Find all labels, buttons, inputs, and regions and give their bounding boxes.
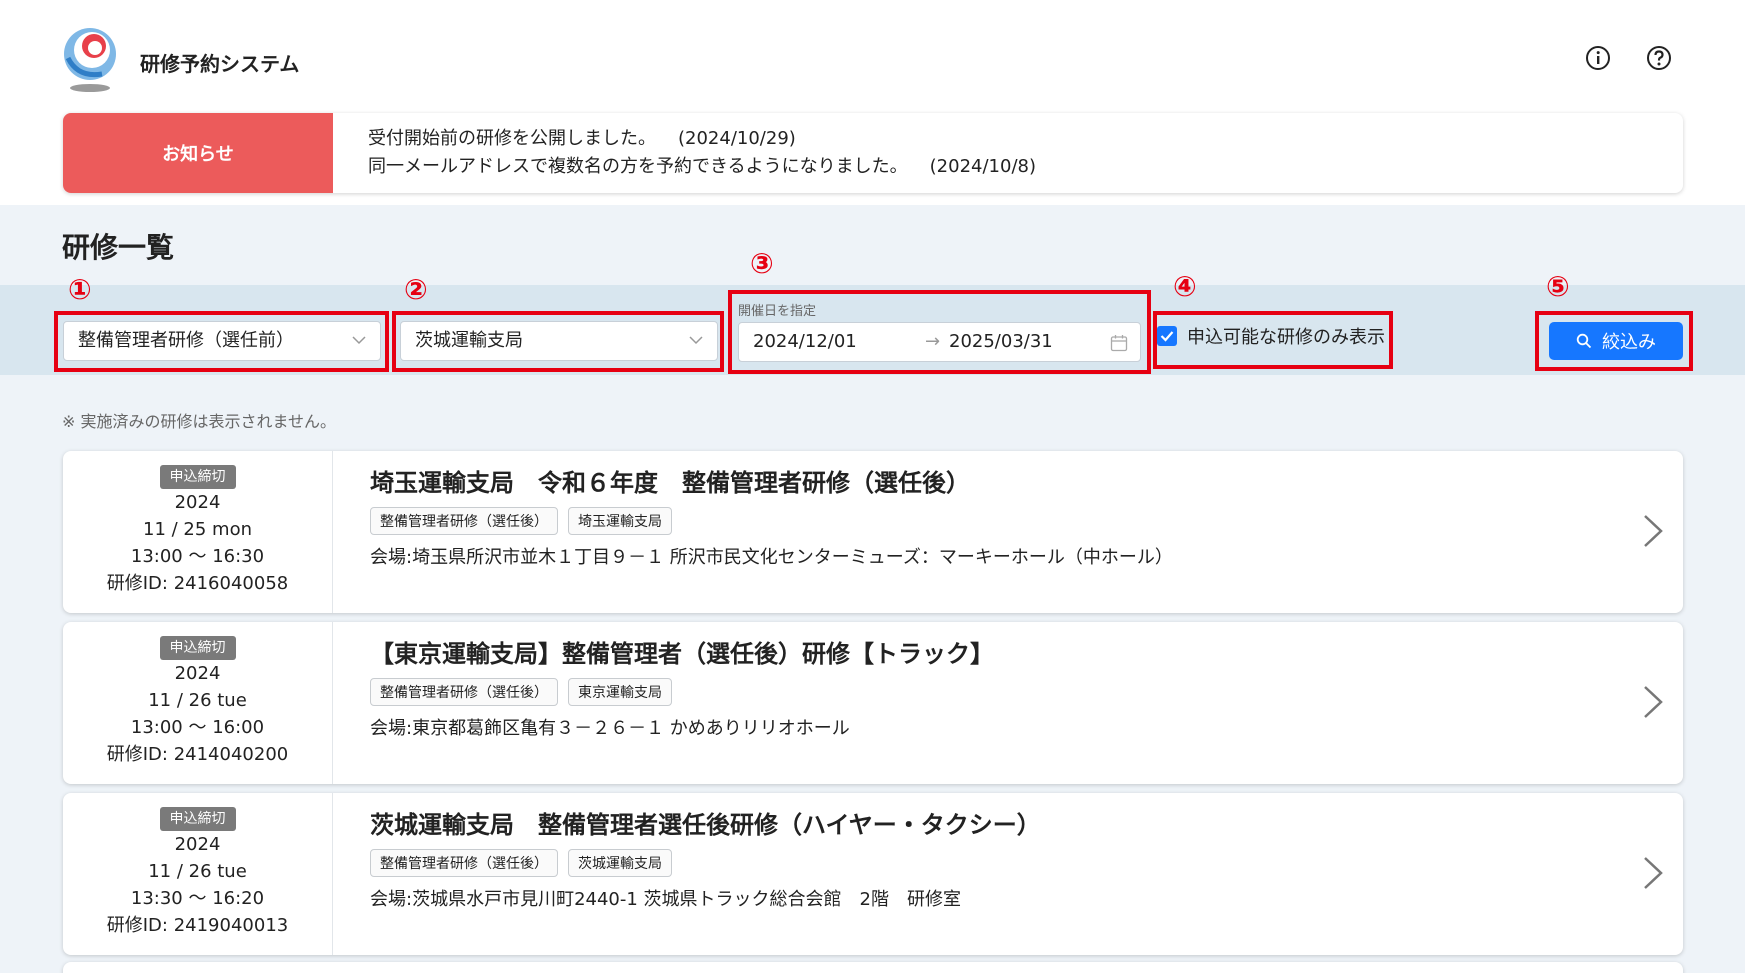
- date-caption: 開催日を指定: [738, 304, 817, 319]
- available-only-label: 申込可能な研修のみ表示: [1187, 327, 1385, 348]
- marker-3: ③: [750, 247, 774, 280]
- chevron-down-icon: [352, 336, 366, 345]
- training-schedule: 申込締切 2024 11 / 26 tue 13:30 ～ 16:20 研修ID…: [63, 793, 333, 955]
- training-venue: 会場:東京都葛飾区亀有３－２６－１ かめありリリオホール: [370, 718, 850, 739]
- filter-search-button[interactable]: 絞込み: [1549, 322, 1683, 360]
- training-id: 研修ID: 2414040200: [106, 744, 289, 765]
- training-year: 2024: [174, 663, 221, 684]
- training-card[interactable]: 申込締切 2024 11 / 25 mon 13:00 ～ 16:30 研修ID…: [63, 451, 1683, 613]
- notice-item[interactable]: 同一メールアドレスで複数名の方を予約できるようになりました。 (2024/10/8…: [368, 153, 1036, 181]
- training-time: 13:00 ～ 16:00: [130, 717, 265, 738]
- calendar-icon[interactable]: [1110, 334, 1128, 352]
- search-icon: [1576, 333, 1592, 349]
- date-range-filter: 開催日を指定 2024/12/01 → 2025/03/31: [730, 292, 1150, 372]
- training-card[interactable]: 申込締切 2024 11 / 26 tue 13:00 ～ 16:00 研修ID…: [63, 622, 1683, 784]
- training-time: 13:30 ～ 16:20: [130, 888, 265, 909]
- training-date: 11 / 26 tue: [148, 861, 247, 882]
- marker-5: ⑤: [1546, 270, 1570, 303]
- notice-banner: お知らせ 受付開始前の研修を公開しました。 (2024/10/29) 同一メールア…: [63, 113, 1683, 193]
- notice-list: 受付開始前の研修を公開しました。 (2024/10/29) 同一メールアドレスで複…: [368, 125, 1036, 181]
- app-logo: [62, 28, 118, 94]
- training-card-partial[interactable]: [63, 962, 1683, 973]
- training-tag: 東京運輸支局: [568, 678, 672, 706]
- training-tag: 埼玉運輸支局: [568, 507, 672, 535]
- training-id: 研修ID: 2416040058: [106, 573, 289, 594]
- notice-date: (2024/10/8): [929, 156, 1036, 177]
- training-venue: 会場:茨城県水戸市見川町2440-1 茨城県トラック総合会館 2階 研修室: [370, 889, 961, 910]
- training-title: 埼玉運輸支局 令和６年度 整備管理者研修（選任後）: [370, 469, 970, 497]
- marker-1: ①: [68, 273, 92, 306]
- notice-date: (2024/10/29): [678, 128, 796, 149]
- chevron-down-icon: [689, 336, 703, 345]
- status-badge: 申込締切: [159, 636, 236, 660]
- marker-4: ④: [1173, 270, 1197, 303]
- notice-item[interactable]: 受付開始前の研修を公開しました。 (2024/10/29): [368, 125, 1036, 153]
- list-note: ※ 実施済みの研修は表示されません。: [62, 412, 337, 431]
- training-title: 【東京運輸支局】整備管理者（選任後）研修【トラック】: [370, 640, 994, 668]
- training-venue: 会場:埼玉県所沢市並木１丁目９－１ 所沢市民文化センターミューズ：マーキーホール…: [370, 547, 1173, 568]
- chevron-right-icon[interactable]: [1641, 855, 1665, 891]
- date-arrow: →: [925, 331, 941, 352]
- training-card[interactable]: 申込締切 2024 11 / 26 tue 13:30 ～ 16:20 研修ID…: [63, 793, 1683, 955]
- training-tags: 整備管理者研修（選任後） 茨城運輸支局: [370, 849, 682, 877]
- office-value: 茨城運輸支局: [415, 330, 523, 351]
- app-header: 研修予約システム: [62, 28, 1682, 96]
- training-id: 研修ID: 2419040013: [106, 915, 289, 936]
- page-title: 研修一覧: [62, 231, 175, 264]
- date-start-input[interactable]: 2024/12/01: [753, 323, 857, 361]
- training-schedule: 申込締切 2024 11 / 26 tue 13:00 ～ 16:00 研修ID…: [63, 622, 333, 784]
- status-badge: 申込締切: [159, 807, 236, 831]
- notice-label: お知らせ: [63, 113, 333, 193]
- office-select[interactable]: 茨城運輸支局: [400, 321, 718, 361]
- date-end-input[interactable]: 2025/03/31: [949, 323, 1053, 361]
- training-type-value: 整備管理者研修（選任前）: [78, 330, 294, 351]
- chevron-right-icon[interactable]: [1641, 684, 1665, 720]
- available-only-toggle[interactable]: 申込可能な研修のみ表示: [1157, 316, 1385, 356]
- status-badge: 申込締切: [159, 465, 236, 489]
- notice-text: 受付開始前の研修を公開しました。: [368, 128, 656, 149]
- training-tag: 整備管理者研修（選任後）: [370, 678, 558, 706]
- training-date: 11 / 26 tue: [148, 690, 247, 711]
- search-button-label: 絞込み: [1602, 332, 1656, 353]
- check-icon: [1160, 331, 1174, 342]
- chevron-right-icon[interactable]: [1641, 513, 1665, 549]
- marker-2: ②: [404, 273, 428, 306]
- training-tags: 整備管理者研修（選任後） 東京運輸支局: [370, 678, 682, 706]
- training-title: 茨城運輸支局 整備管理者選任後研修（ハイヤー・タクシー）: [370, 811, 1041, 839]
- training-tag: 整備管理者研修（選任後）: [370, 849, 558, 877]
- training-date: 11 / 25 mon: [143, 519, 252, 540]
- training-year: 2024: [174, 492, 221, 513]
- training-tag: 整備管理者研修（選任後）: [370, 507, 558, 535]
- training-type-select[interactable]: 整備管理者研修（選任前）: [63, 321, 381, 361]
- training-year: 2024: [174, 834, 221, 855]
- help-icon[interactable]: [1645, 44, 1673, 72]
- training-schedule: 申込締切 2024 11 / 25 mon 13:00 ～ 16:30 研修ID…: [63, 451, 333, 613]
- training-time: 13:00 ～ 16:30: [130, 546, 265, 567]
- date-range-picker[interactable]: 2024/12/01 → 2025/03/31: [738, 322, 1141, 362]
- notice-text: 同一メールアドレスで複数名の方を予約できるようになりました。: [368, 156, 908, 177]
- training-tags: 整備管理者研修（選任後） 埼玉運輸支局: [370, 507, 682, 535]
- info-icon[interactable]: [1584, 44, 1612, 72]
- training-tag: 茨城運輸支局: [568, 849, 672, 877]
- app-title: 研修予約システム: [140, 52, 300, 76]
- available-only-checkbox[interactable]: [1157, 326, 1177, 346]
